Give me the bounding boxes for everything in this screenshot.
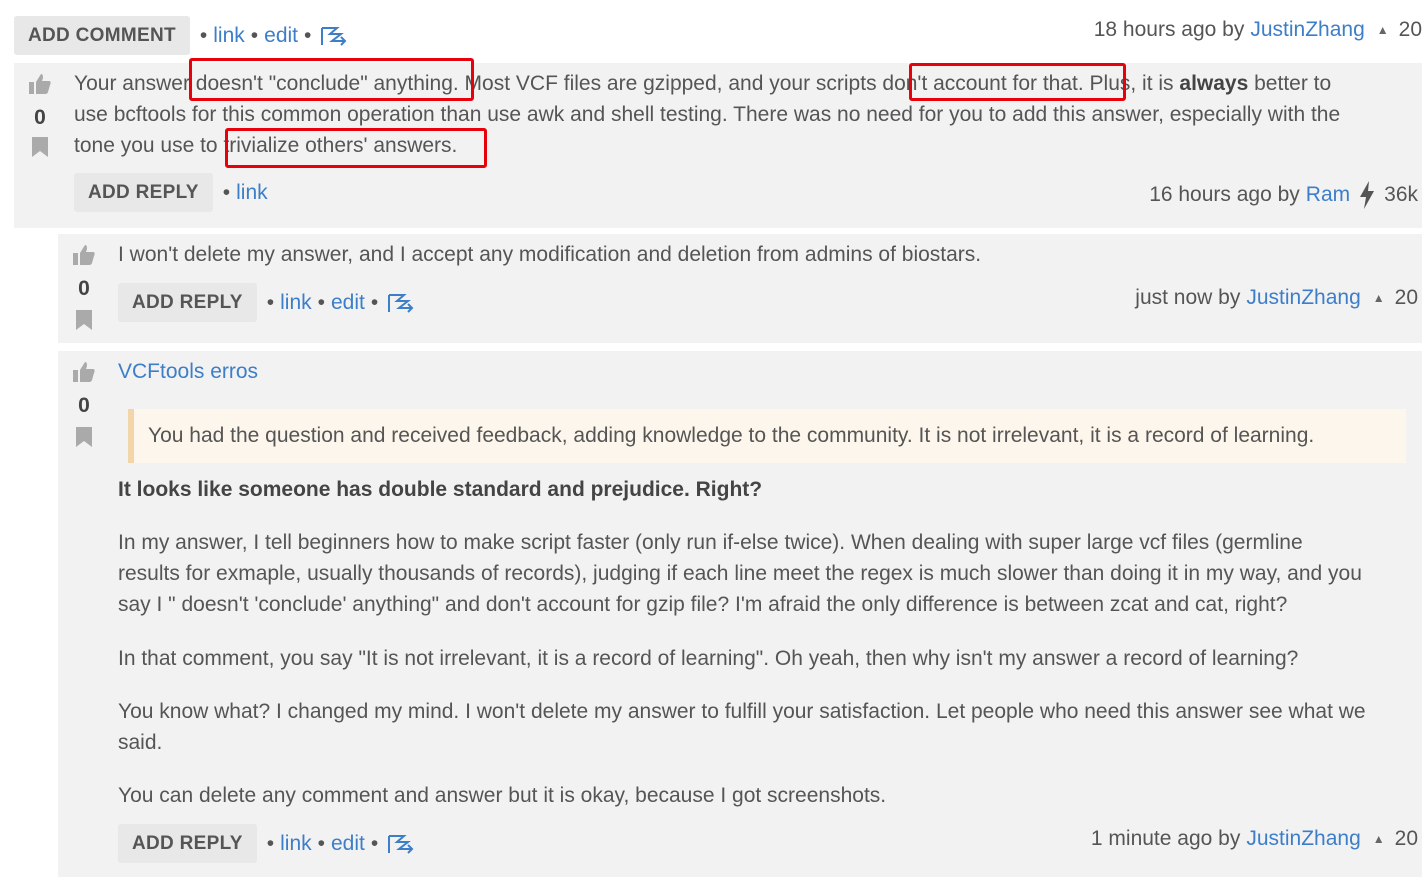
vote-column: 0 bbox=[64, 243, 104, 331]
top-meta: 18 hours ago by JustinZhang ▲ 20 bbox=[1094, 18, 1422, 42]
caret-up-icon: ▲ bbox=[1376, 23, 1389, 37]
edit-link[interactable]: edit bbox=[264, 24, 298, 48]
separator-dot: • bbox=[370, 831, 379, 855]
author-link[interactable]: Ram bbox=[1306, 183, 1350, 207]
author-link[interactable]: JustinZhang bbox=[1246, 827, 1360, 851]
quote-text: You had the question and received feedba… bbox=[148, 424, 1315, 447]
link-link[interactable]: link bbox=[236, 181, 268, 205]
vote-column: 0 bbox=[64, 360, 104, 448]
reply-meta: 1 minute ago by JustinZhang ▲ 20 bbox=[1091, 827, 1418, 851]
vote-count: 0 bbox=[78, 394, 90, 417]
paragraph: In my answer, I tell beginners how to ma… bbox=[118, 527, 1418, 620]
reputation: 20 bbox=[1394, 827, 1418, 850]
paragraph: You know what? I changed my mind. I won'… bbox=[118, 696, 1418, 758]
comment-meta: 16 hours ago by Ram 36k bbox=[1149, 181, 1418, 209]
paragraph: In that comment, you say "It is not irre… bbox=[118, 647, 1299, 670]
timestamp: just now by bbox=[1135, 286, 1241, 309]
separator-dot: • bbox=[266, 831, 275, 855]
highlight-box bbox=[225, 128, 487, 168]
highlight-box bbox=[189, 58, 474, 101]
vote-count: 0 bbox=[34, 106, 46, 129]
separator-dot: • bbox=[317, 831, 325, 855]
paragraph-line: results for exmaple, usually thousands o… bbox=[118, 562, 1362, 585]
paragraph: You can delete any comment and answer bu… bbox=[118, 784, 887, 807]
bookmark-icon[interactable] bbox=[75, 426, 93, 448]
paragraph-line: said. bbox=[118, 731, 163, 754]
add-comment-button[interactable]: ADD COMMENT bbox=[14, 16, 190, 55]
timestamp: 1 minute ago by bbox=[1090, 827, 1241, 850]
paragraph-line: You know what? I changed my mind. I won'… bbox=[118, 700, 1366, 723]
add-reply-button[interactable]: ADD REPLY bbox=[118, 824, 257, 863]
comment-bold-text: always bbox=[1179, 72, 1249, 95]
author-link[interactable]: JustinZhang bbox=[1250, 18, 1364, 42]
lightning-icon bbox=[1358, 181, 1376, 209]
thumbs-up-icon[interactable] bbox=[28, 72, 52, 96]
bookmark-icon[interactable] bbox=[31, 136, 49, 158]
highlight-box bbox=[909, 63, 1126, 101]
separator-dot: • bbox=[222, 180, 231, 204]
reputation: 20 bbox=[1398, 18, 1422, 41]
comment-text: better to bbox=[1248, 72, 1332, 95]
bookmark-icon[interactable] bbox=[75, 309, 93, 331]
paragraph-line: say I " doesn't 'conclude' anything" and… bbox=[118, 593, 1288, 616]
moderate-icon[interactable] bbox=[386, 833, 416, 855]
reply-actions: ADD REPLY • link • edit • bbox=[118, 283, 416, 322]
timestamp: 16 hours ago by bbox=[1149, 183, 1300, 206]
moderate-icon[interactable] bbox=[386, 292, 416, 314]
link-link[interactable]: link bbox=[213, 24, 245, 48]
paragraph-line: In my answer, I tell beginners how to ma… bbox=[118, 531, 1303, 554]
separator-dot: • bbox=[317, 290, 325, 314]
separator-dot: • bbox=[266, 290, 275, 314]
separator-dot: • bbox=[304, 23, 312, 47]
title-link[interactable]: VCFtools erros bbox=[118, 356, 258, 387]
bold-line: It looks like someone has double standar… bbox=[118, 478, 763, 501]
blockquote: You had the question and received feedba… bbox=[128, 409, 1406, 463]
caret-up-icon: ▲ bbox=[1372, 291, 1385, 305]
timestamp: 18 hours ago by bbox=[1093, 18, 1245, 41]
thumbs-up-icon[interactable] bbox=[72, 243, 96, 267]
reply-actions: ADD REPLY • link • edit • bbox=[118, 824, 416, 863]
add-reply-button[interactable]: ADD REPLY bbox=[118, 283, 257, 322]
link-link[interactable]: link bbox=[280, 291, 312, 315]
moderate-icon[interactable] bbox=[319, 25, 349, 47]
separator-dot: • bbox=[370, 290, 379, 314]
link-link[interactable]: link bbox=[280, 832, 312, 856]
caret-up-icon: ▲ bbox=[1372, 832, 1385, 846]
author-link[interactable]: JustinZhang bbox=[1246, 286, 1360, 310]
vote-count: 0 bbox=[78, 277, 90, 300]
add-reply-button[interactable]: ADD REPLY bbox=[74, 173, 213, 212]
reputation: 36k bbox=[1384, 183, 1418, 206]
comment-line: use bcftools for this common operation t… bbox=[74, 103, 1341, 126]
reply-body: I won't delete my answer, and I accept a… bbox=[118, 243, 982, 266]
top-actions: ADD COMMENT • link • edit • bbox=[14, 16, 349, 55]
edit-link[interactable]: edit bbox=[331, 832, 365, 856]
edit-link[interactable]: edit bbox=[331, 291, 365, 315]
separator-dot: • bbox=[250, 23, 259, 47]
comment-actions: ADD REPLY • link bbox=[74, 173, 268, 212]
reply-meta: just now by JustinZhang ▲ 20 bbox=[1135, 286, 1418, 310]
vote-column: 0 bbox=[20, 72, 60, 158]
thumbs-up-icon[interactable] bbox=[72, 360, 96, 384]
separator-dot: • bbox=[199, 23, 208, 47]
reputation: 20 bbox=[1394, 286, 1418, 309]
